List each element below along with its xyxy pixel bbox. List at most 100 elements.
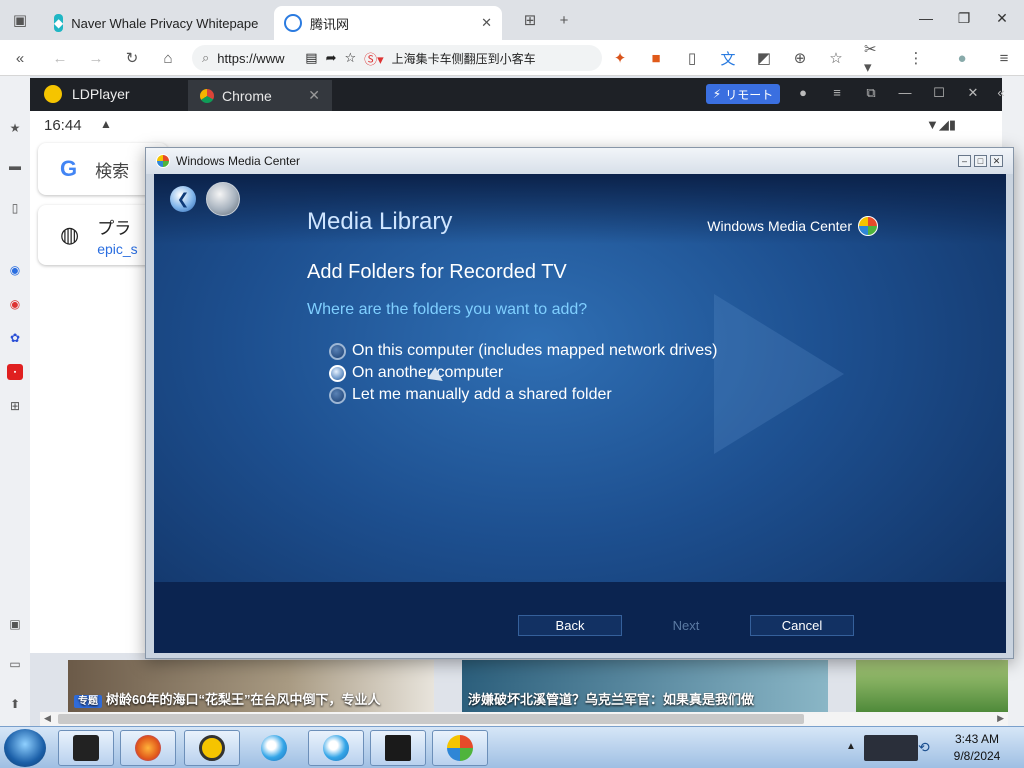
download-icon[interactable]: ⊕ xyxy=(790,48,810,68)
address-url: https://www xyxy=(217,50,285,66)
wmc-window: Windows Media Center – □ ✕ ❮ Media Libra… xyxy=(145,147,1014,659)
scrollbar-thumb[interactable] xyxy=(58,714,804,724)
windows-taskbar: ▲ ⟲ 3:43 AM 9/8/2024 xyxy=(0,726,1024,768)
news-item[interactable]: 专题 树龄60年的海口“花梨王”在台风中倒下，专业人 xyxy=(68,660,434,712)
favorites-sidebar-icon[interactable]: ★ xyxy=(7,120,23,136)
horizontal-scrollbar[interactable]: ◀ ▶ xyxy=(40,712,1008,726)
radio-button[interactable] xyxy=(329,386,346,404)
more-icon[interactable]: ⋮ xyxy=(906,48,926,68)
radio-button-selected[interactable] xyxy=(329,364,346,382)
wmc-maximize-icon[interactable]: □ xyxy=(974,155,987,167)
ldplayer-icon xyxy=(199,735,225,761)
wmc-header-band xyxy=(154,174,1006,244)
tab-actions-icon[interactable]: ▣ xyxy=(10,10,30,30)
next-button[interactable]: Next xyxy=(634,615,738,636)
collapse-icon[interactable]: « xyxy=(992,85,1010,100)
news-thumbnail[interactable] xyxy=(856,660,1008,712)
wmc-start-orb-icon[interactable] xyxy=(206,182,240,216)
new-tab-button[interactable]: + xyxy=(554,10,574,30)
app-icon[interactable]: ▪ xyxy=(7,364,23,380)
extension-square-icon[interactable]: ■ xyxy=(646,48,666,68)
tab-group-icon[interactable]: ⊞ xyxy=(520,10,540,30)
wmc-back-arrow-icon[interactable]: ❮ xyxy=(170,186,196,212)
taskbar-app-notes[interactable] xyxy=(370,730,426,766)
wmc-titlebar: Windows Media Center xyxy=(146,148,1013,174)
lightning-icon: ⚡ xyxy=(712,87,722,101)
extension-icon[interactable]: ✦ xyxy=(610,48,630,68)
baidu-icon[interactable]: ✿ xyxy=(7,330,23,346)
phone-icon[interactable]: ▯ xyxy=(682,48,702,68)
start-button-icon[interactable] xyxy=(4,729,46,767)
taskbar-app-edge[interactable] xyxy=(246,730,302,766)
tab-naver-whale[interactable]: ◆ Naver Whale Privacy Whitepape xyxy=(44,6,266,40)
mobile-sidebar-icon[interactable]: ▯ xyxy=(7,200,23,216)
profile-icon[interactable]: ● xyxy=(952,48,972,68)
panel-icon[interactable]: ▣ xyxy=(7,616,23,632)
taskbar-app-ldplayer[interactable] xyxy=(184,730,240,766)
whale-icon: ◆ xyxy=(54,14,64,32)
menu-icon[interactable]: ≡ xyxy=(994,48,1014,68)
search-suggest[interactable]: 上海集卡车侧翻压到小客车 xyxy=(392,50,542,67)
tray-expand-icon[interactable]: ▲ xyxy=(846,741,856,752)
weibo-icon[interactable]: ◉ xyxy=(7,296,23,312)
taskbar-clock[interactable]: 3:43 AM 9/8/2024 xyxy=(936,731,1018,765)
scroll-right-icon[interactable]: ▶ xyxy=(997,713,1004,724)
site-card-sub: epic_s xyxy=(97,240,138,257)
search-engine-icon[interactable]: Ⓢ▾ xyxy=(364,49,384,68)
news-strip: 专题 树龄60年的海口“花梨王”在台风中倒下，专业人 涉嫌破坏北溪管道？乌克兰军官… xyxy=(68,660,1008,712)
collapse-sidebar-icon[interactable]: « xyxy=(10,48,30,68)
minimize-icon[interactable]: — xyxy=(896,85,914,100)
cancel-button[interactable]: Cancel xyxy=(750,615,854,636)
close-tab-icon[interactable]: ✕ xyxy=(308,87,320,104)
taskbar-app-edge-2[interactable] xyxy=(308,730,364,766)
tray-sync-icon[interactable]: ⟲ xyxy=(918,739,930,756)
remote-button[interactable]: ⚡ リモート xyxy=(706,84,780,104)
close-tab-icon[interactable]: ✕ xyxy=(481,15,492,31)
translate-icon[interactable]: 文 xyxy=(718,48,738,68)
back-button[interactable]: Back xyxy=(518,615,622,636)
taskbar-app-media-center[interactable] xyxy=(432,730,488,766)
maximize-icon[interactable]: ❐ xyxy=(954,10,974,27)
address-bar[interactable]: ⌕ https://www ▤ ➦ ☆ Ⓢ▾ 上海集卡车侧翻压到小客车 xyxy=(192,45,602,71)
window-mode-icon[interactable]: ⧉ xyxy=(862,85,880,101)
bookmark-star-icon[interactable]: ☆ xyxy=(344,50,356,66)
option-another-computer[interactable]: On another computer xyxy=(329,364,503,382)
remote-label: リモート xyxy=(725,87,774,102)
share-icon[interactable]: ➦ xyxy=(326,50,337,66)
wmc-minimize-icon[interactable]: – xyxy=(958,155,971,167)
close-icon[interactable]: ✕ xyxy=(992,10,1012,27)
maximize-icon[interactable]: ☐ xyxy=(930,85,948,101)
account-icon[interactable]: ● xyxy=(794,85,812,100)
news-headline: 涉嫌破坏北溪管道？乌克兰军官：如果真是我们做 xyxy=(468,692,755,707)
prompt-question: Where are the folders you want to add? xyxy=(307,301,588,318)
menu-icon[interactable]: ≡ xyxy=(828,85,846,100)
tab-tencent[interactable]: 腾讯网 ✕ xyxy=(274,6,502,40)
home-icon[interactable]: ⌂ xyxy=(158,48,178,68)
forward-icon[interactable]: → xyxy=(86,48,106,68)
pin-icon[interactable]: ⬆ xyxy=(7,696,23,712)
search-app-icon[interactable]: ◉ xyxy=(7,262,23,278)
wmc-close-icon[interactable]: ✕ xyxy=(990,155,1003,167)
option-manual-shared-folder[interactable]: Let me manually add a shared folder xyxy=(329,386,612,404)
reader-icon[interactable]: ▤ xyxy=(305,50,317,66)
scroll-left-icon[interactable]: ◀ xyxy=(44,713,51,724)
radio-button[interactable] xyxy=(329,342,346,360)
minimize-icon[interactable]: — xyxy=(916,10,936,26)
close-icon[interactable]: ✕ xyxy=(964,85,982,101)
favorites-icon[interactable]: ☆ xyxy=(826,48,846,68)
ldplayer-tab-chrome[interactable]: Chrome ✕ xyxy=(188,80,332,111)
taskbar-app-firefox[interactable] xyxy=(120,730,176,766)
reload-icon[interactable]: ↻ xyxy=(122,48,142,68)
site-card-title: プラ xyxy=(97,218,132,238)
tray-network-icon[interactable] xyxy=(864,735,918,761)
briefcase-icon[interactable]: ▭ xyxy=(7,656,23,672)
option-this-computer[interactable]: On this computer (includes mapped networ… xyxy=(329,342,718,360)
add-sidebar-icon[interactable]: ⊞ xyxy=(7,398,23,414)
back-icon[interactable]: ← xyxy=(50,48,70,68)
taskbar-app-terminal[interactable] xyxy=(58,730,114,766)
capture-icon[interactable]: ✂▾ xyxy=(864,41,884,76)
news-item[interactable]: 涉嫌破坏北溪管道？乌克兰军官：如果真是我们做 xyxy=(462,660,828,712)
chart-extension-icon[interactable]: ◩ xyxy=(754,48,774,68)
tab-title: 腾讯网 xyxy=(310,16,350,32)
folder-sidebar-icon[interactable]: ▬ xyxy=(7,158,23,174)
